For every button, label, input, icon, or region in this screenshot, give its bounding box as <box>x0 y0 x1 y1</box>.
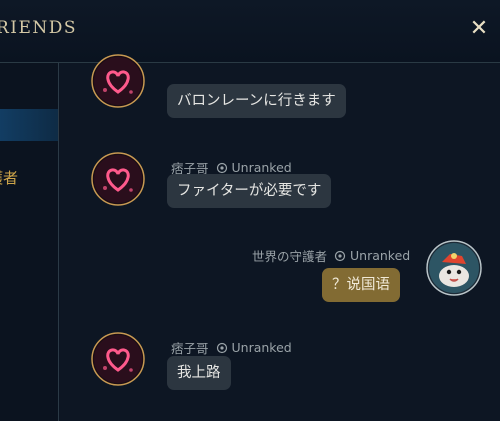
heart-avatar-icon[interactable] <box>91 152 145 206</box>
rank-emblem-icon <box>216 342 227 353</box>
friends-title: RIENDS <box>0 18 78 38</box>
friends-header: RIENDS ✕ <box>0 0 500 63</box>
sender-rank: Unranked <box>231 340 292 355</box>
message-sender-row: 痞子哥 Unranked <box>171 338 292 357</box>
sender-rank: Unranked <box>231 160 292 175</box>
sender-name: 痞子哥 <box>171 341 209 356</box>
close-icon: ✕ <box>469 16 489 41</box>
close-button[interactable]: ✕ <box>468 18 490 40</box>
my-message-bubble[interactable]: ？说国语 <box>322 268 400 302</box>
friends-list-selected-item[interactable] <box>0 109 58 141</box>
friends-list-panel: 護者 <box>0 63 59 421</box>
message-bubble[interactable]: バロンレーンに行きます <box>167 84 346 118</box>
sender-name: 世界の守護者 <box>252 249 328 264</box>
rank-emblem-icon <box>334 250 346 261</box>
chat-message-area[interactable]: バロンレーンに行きます 痞子哥 Unranked ファイターが必要です 世界の守… <box>60 54 500 421</box>
sender-rank: Unranked <box>350 248 411 263</box>
friends-list-item-label[interactable]: 護者 <box>0 167 18 188</box>
rank-emblem-icon <box>216 162 227 173</box>
message-bubble[interactable]: ファイターが必要です <box>167 174 332 208</box>
message-bubble[interactable]: 我上路 <box>167 356 231 390</box>
heart-avatar-icon[interactable] <box>91 54 145 108</box>
friends-chat-window: RIENDS ✕ 護者 バロンレーンに行きます <box>0 0 500 421</box>
message-sender-row: 世界の守護者 Unranked <box>252 246 410 265</box>
heart-avatar-icon[interactable] <box>91 332 145 386</box>
poro-avatar-icon[interactable] <box>426 240 482 296</box>
